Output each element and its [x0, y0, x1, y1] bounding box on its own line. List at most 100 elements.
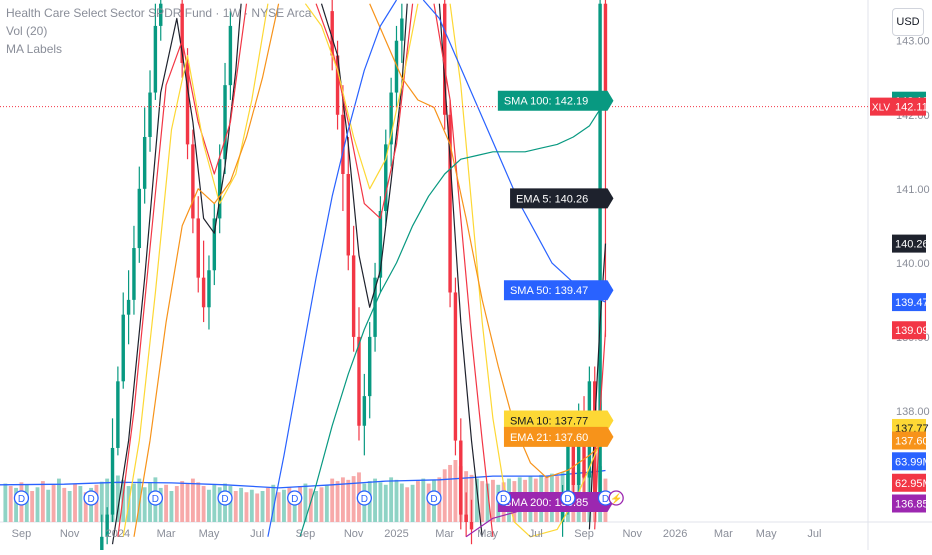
time-tick-label: Mar: [435, 528, 454, 540]
candle-body: [223, 85, 227, 160]
ma-label-text: SMA 10: 137.77: [510, 416, 588, 428]
candle-body: [142, 136, 147, 189]
volume-bar: [249, 489, 254, 522]
volume-bar: [346, 479, 351, 522]
volume-bar: [319, 487, 324, 522]
volume-bar: [314, 491, 319, 522]
volume-bar: [207, 489, 211, 522]
chart-root: SMA 100: 142.19 EMA 5: 140.26 SMA 50: 139.…: [0, 0, 932, 555]
time-axis-layer: Sep Nov 2024 Mar May Jul Sep Nov 2025 Mar May Jul Se…: [12, 528, 822, 540]
ma-label-text: SMA 50: 139.47: [510, 285, 588, 297]
chart-title: Health Care Select Sector SPDR Fund · 1W…: [6, 6, 312, 20]
candle-body: [346, 174, 350, 256]
ma-label-text: EMA 5: 140.26: [516, 193, 588, 205]
volume-bar: [185, 483, 190, 522]
volume-bar: [212, 484, 217, 522]
dividend-marker-label: D: [361, 494, 368, 505]
volume-bar: [174, 486, 179, 522]
volume-bar: [410, 484, 415, 522]
ma-label-text: SMA 100: 142.19: [504, 96, 588, 108]
volume-indicator-label[interactable]: Vol (20): [6, 24, 47, 38]
dividend-marker-label: D: [564, 494, 571, 505]
time-tick-label: Sep: [12, 528, 32, 540]
volume-bar: [132, 483, 136, 522]
volume-bar: [389, 477, 394, 522]
time-tick-label: Nov: [344, 528, 364, 540]
volume-bar: [480, 481, 485, 522]
time-tick-label: Mar: [714, 528, 733, 540]
ma-label-text: SMA 200: 136.85: [504, 497, 588, 509]
dividend-marker-label: D: [87, 494, 94, 505]
candle-body: [571, 440, 576, 485]
candle-body: [132, 248, 136, 300]
volume-bar: [335, 481, 340, 522]
time-tick-label: Jul: [250, 528, 264, 540]
dividend-marker-label: D: [430, 494, 437, 505]
volume-bar: [67, 491, 72, 522]
volume-bar: [3, 483, 8, 522]
candle-body: [367, 336, 372, 397]
volume-bar: [415, 481, 420, 522]
volume-bar: [62, 487, 67, 522]
price-axis-label-text: 62.95M: [895, 478, 932, 490]
volume-bar: [8, 486, 13, 522]
candle-body: [400, 18, 404, 41]
currency-button[interactable]: USD: [892, 8, 924, 36]
candle-body: [191, 144, 195, 219]
candle-body: [110, 447, 115, 515]
dividend-marker-label: D: [152, 494, 159, 505]
time-tick-label: Jul: [529, 528, 543, 540]
volume-bar: [233, 491, 238, 522]
dividend-marker-label: D: [18, 494, 25, 505]
volume-bar: [190, 478, 195, 522]
price-chart[interactable]: SMA 100: 142.19 EMA 5: 140.26 SMA 50: 139.…: [0, 0, 932, 555]
moving-averages-layer: [111, 0, 607, 545]
volume-bar: [35, 487, 40, 522]
volume-bar: [324, 484, 329, 522]
time-tick-label: May: [756, 528, 777, 540]
volume-bar: [201, 486, 206, 522]
volume-bar: [491, 479, 495, 522]
volume-bar: [239, 487, 244, 522]
price-axis-layer: 138.00139.00140.00141.00142.00143.00XLV1…: [870, 36, 932, 513]
volume-bar: [40, 481, 45, 522]
ticker-badge-text: XLV: [872, 103, 890, 114]
time-tick-label: Mar: [157, 528, 176, 540]
volume-bar: [78, 486, 83, 522]
ma-line-sma-50: [267, 0, 398, 537]
volume-bar: [399, 483, 404, 522]
volume-bar: [46, 489, 51, 522]
volume-bar: [276, 492, 281, 522]
candle-body: [453, 292, 458, 441]
ma-line-ema-5: [111, 3, 242, 545]
price-axis-label-text: 142.11: [895, 102, 928, 114]
dividend-marker-label: D: [291, 494, 298, 505]
time-tick-label: Nov: [60, 528, 80, 540]
ma-labels-indicator-label[interactable]: MA Labels: [6, 42, 62, 56]
ma-label-text: EMA 21: 137.60: [510, 432, 588, 444]
volume-bar: [244, 492, 249, 522]
dividend-marker-label: D: [500, 494, 507, 505]
volume-bar: [164, 484, 169, 522]
volume-bar: [169, 491, 174, 522]
price-axis-label-text: 63.99M: [895, 456, 932, 468]
ma-line-ema-10: [433, 3, 494, 537]
candle-body: [469, 522, 474, 530]
volume-bar: [255, 493, 260, 522]
time-tick-label: Nov: [622, 528, 642, 540]
time-tick-label: 2024: [106, 528, 130, 540]
price-axis-label-text: 140.26: [895, 239, 929, 251]
volume-bar: [180, 481, 185, 522]
volume-bar: [260, 491, 265, 522]
volume-bar: [73, 483, 77, 522]
volume-bar: [378, 482, 383, 522]
time-tick-label: May: [477, 528, 498, 540]
time-tick-label: 2025: [384, 528, 408, 540]
dividend-marker-label: D: [221, 494, 228, 505]
price-tick-label: 141.00: [896, 184, 930, 196]
volume-bar: [30, 491, 35, 522]
volume-bar: [442, 469, 447, 522]
volume-bar: [373, 478, 377, 522]
candle-body: [207, 270, 211, 308]
volume-bar: [51, 484, 56, 522]
